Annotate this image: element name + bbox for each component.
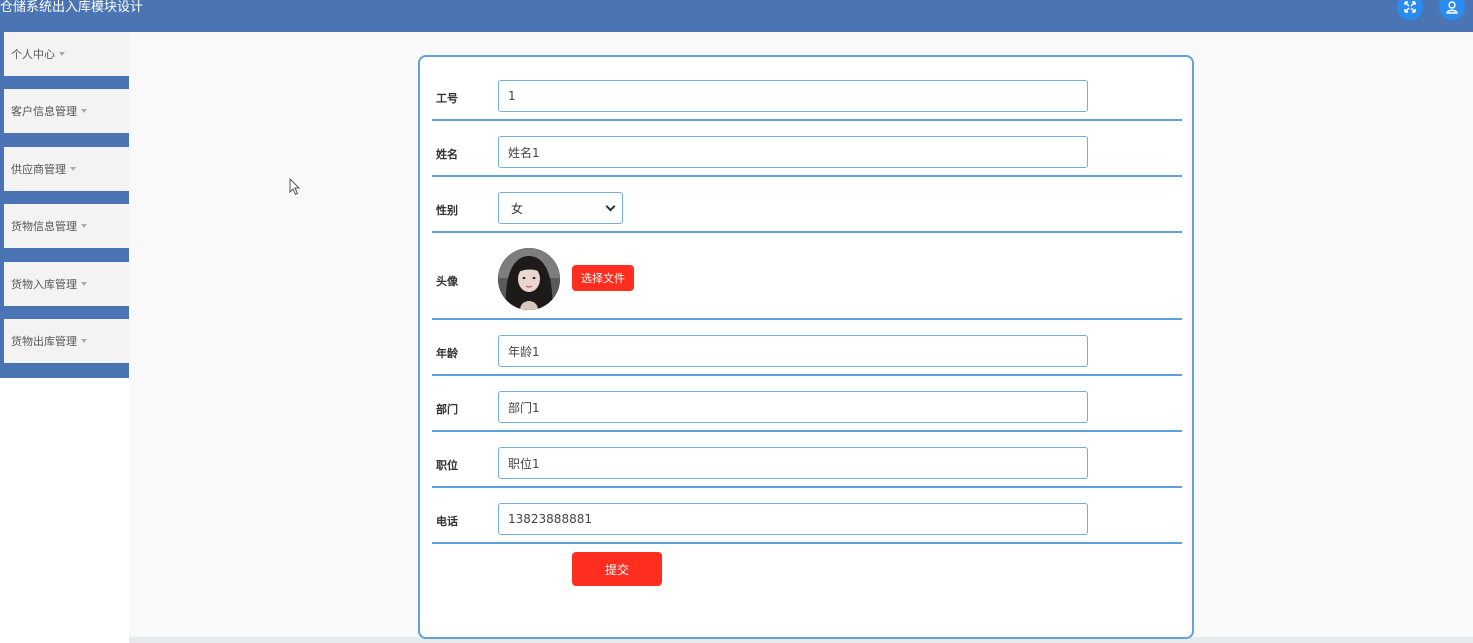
submit-button[interactable]: 提交 bbox=[572, 552, 662, 586]
user-icon[interactable] bbox=[1439, 0, 1465, 20]
row-divider bbox=[432, 430, 1182, 432]
row-divider bbox=[432, 486, 1182, 488]
row-divider bbox=[432, 175, 1182, 177]
choose-file-button[interactable]: 选择文件 bbox=[572, 265, 634, 291]
top-header: 仓储系统出入库模块设计 bbox=[0, 0, 1473, 32]
sidebar-item-label: 货物出库管理 bbox=[11, 335, 77, 348]
phone-input[interactable] bbox=[498, 503, 1088, 535]
caret-down-icon bbox=[81, 282, 87, 286]
caret-down-icon bbox=[59, 52, 65, 56]
department-input[interactable] bbox=[498, 391, 1088, 423]
row-divider bbox=[432, 231, 1182, 233]
sidebar-item-label: 货物入库管理 bbox=[11, 278, 77, 291]
sidebar-item-label: 个人中心 bbox=[11, 48, 55, 61]
sidebar-item-supplier[interactable]: 供应商管理 bbox=[4, 147, 129, 191]
employee-id-input[interactable] bbox=[498, 80, 1088, 112]
sidebar-item-goods-outbound[interactable]: 货物出库管理 bbox=[4, 319, 129, 363]
sidebar-item-personal-center[interactable]: 个人中心 bbox=[4, 32, 129, 76]
name-label: 姓名 bbox=[436, 148, 458, 161]
gender-selected-value: 女 bbox=[511, 201, 524, 216]
gender-select[interactable]: 女 bbox=[498, 192, 623, 224]
age-label: 年龄 bbox=[436, 347, 458, 360]
mouse-cursor-icon bbox=[289, 178, 301, 196]
row-divider bbox=[432, 318, 1182, 320]
avatar-image bbox=[498, 248, 560, 310]
caret-down-icon bbox=[81, 339, 87, 343]
chevron-down-icon bbox=[605, 201, 616, 212]
department-label: 部门 bbox=[436, 403, 458, 416]
row-divider bbox=[432, 374, 1182, 376]
sidebar-item-label: 货物信息管理 bbox=[11, 220, 77, 233]
caret-down-icon bbox=[81, 224, 87, 228]
caret-down-icon bbox=[70, 167, 76, 171]
sidebar-item-goods-inbound[interactable]: 货物入库管理 bbox=[4, 262, 129, 306]
position-label: 职位 bbox=[436, 459, 458, 472]
age-input[interactable] bbox=[498, 335, 1088, 367]
sidebar-item-goods-info[interactable]: 货物信息管理 bbox=[4, 204, 129, 248]
sidebar-item-label: 客户信息管理 bbox=[11, 105, 77, 118]
row-divider bbox=[432, 119, 1182, 121]
profile-form: 工号 姓名 性别 女 头像 bbox=[418, 55, 1194, 639]
sidebar-item-customer-info[interactable]: 客户信息管理 bbox=[4, 89, 129, 133]
gender-label: 性别 bbox=[436, 204, 458, 217]
app-title: 仓储系统出入库模块设计 bbox=[0, 0, 144, 15]
position-input[interactable] bbox=[498, 447, 1088, 479]
fullscreen-icon[interactable] bbox=[1397, 0, 1423, 20]
caret-down-icon bbox=[81, 109, 87, 113]
row-divider bbox=[432, 542, 1182, 544]
avatar-label: 头像 bbox=[436, 275, 458, 288]
name-input[interactable] bbox=[498, 136, 1088, 168]
phone-label: 电话 bbox=[436, 515, 458, 528]
sidebar-item-label: 供应商管理 bbox=[11, 163, 66, 176]
employee-id-label: 工号 bbox=[436, 92, 458, 105]
